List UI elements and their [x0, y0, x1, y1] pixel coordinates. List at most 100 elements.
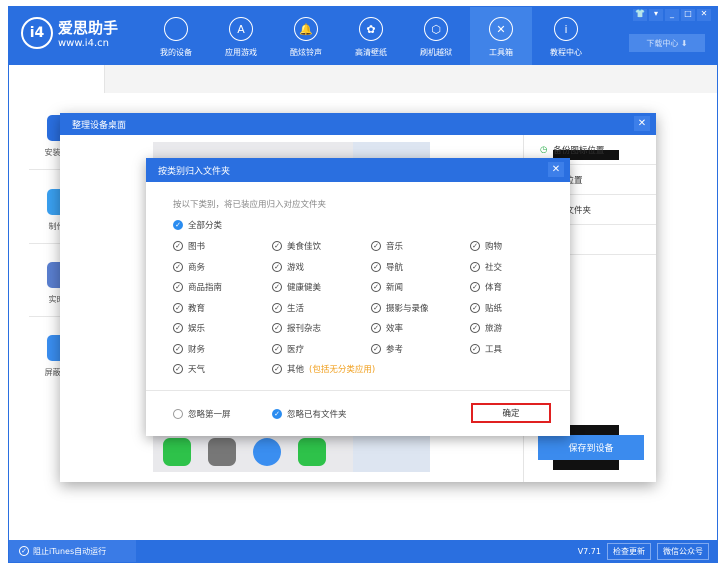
checkbox-label: 全部分类	[188, 221, 223, 231]
category-checkbox[interactable]: ✓ 购物	[470, 240, 502, 252]
checked-icon: ✓	[470, 282, 480, 292]
nav-label: 酷炫铃声	[290, 48, 322, 57]
checked-icon: ✓	[272, 364, 282, 374]
checkbox-label: 忽略已有文件夹	[287, 410, 347, 420]
close-button[interactable]: ✕	[634, 116, 650, 131]
checked-icon: ✓	[272, 241, 282, 251]
checkbox-label: 效率	[386, 324, 404, 334]
close-button[interactable]: ✕	[548, 162, 564, 177]
block-itunes-toggle[interactable]: ✓ 阻止iTunes自动运行	[9, 540, 136, 562]
menu-icon[interactable]: ▾	[649, 9, 663, 21]
category-checkbox[interactable]: ✓ 图书	[173, 240, 205, 252]
skin-icon[interactable]: 👕	[633, 9, 647, 21]
messages-app-icon[interactable]	[298, 438, 326, 466]
checkbox-label: 忽略第一屏	[188, 410, 231, 420]
app-url: www.i4.cn	[58, 38, 109, 49]
category-checkbox[interactable]: ✓ 报刊杂志	[272, 322, 321, 334]
nav-label: 应用游戏	[225, 48, 257, 57]
ignore-existing-folders-checkbox[interactable]: ✓ 忽略已有文件夹	[272, 408, 347, 420]
safari-app-icon[interactable]	[253, 438, 281, 466]
category-checkbox[interactable]: ✓ 教育	[173, 302, 205, 314]
dialog-title: 按类别归入文件夹	[158, 166, 231, 177]
confirm-button[interactable]: 确定	[471, 403, 551, 423]
logo-icon: i4	[21, 17, 53, 49]
category-checkbox[interactable]: ✓ 贴纸	[470, 302, 502, 314]
category-checkbox[interactable]: ✓ 导航	[371, 261, 403, 273]
category-checkbox[interactable]: ✓ 生活	[272, 302, 304, 314]
category-checkbox[interactable]: ✓ 美食佳饮	[272, 240, 321, 252]
checkbox-label: 天气	[188, 365, 206, 375]
wechat-button[interactable]: 微信公众号	[657, 543, 709, 560]
nav-icon: 🔔	[294, 17, 318, 41]
category-checkbox[interactable]: ✓ 财务	[173, 343, 205, 355]
checkbox-label: 商品指南	[188, 283, 223, 293]
nav-tab-4[interactable]: ⬡ 刷机越狱	[405, 7, 467, 65]
nav-label: 高清壁纸	[355, 48, 387, 57]
group-by-category-dialog: 按类别归入文件夹 ✕ 按以下类别，将已装应用归入对应文件夹 ✓ 全部分类 ✓ 图书 ✓ 美…	[146, 158, 570, 436]
backup-icon: ◷	[540, 144, 548, 155]
category-checkbox[interactable]: ✓ 商务	[173, 261, 205, 273]
all-categories-checkbox[interactable]: ✓ 全部分类	[173, 219, 222, 231]
category-checkbox[interactable]: ✓ 体育	[470, 281, 502, 293]
category-checkbox[interactable]: ✓ 商品指南	[173, 281, 222, 293]
checkbox-label: 教育	[188, 303, 206, 314]
checkbox-label: 工具	[485, 344, 503, 355]
checked-icon: ✓	[173, 364, 183, 374]
category-checkbox[interactable]: ✓ 医疗	[272, 343, 304, 355]
description: 按以下类别，将已装应用归入对应文件夹	[173, 200, 327, 210]
save-to-device-button[interactable]: 保存到设备	[538, 435, 644, 460]
checked-icon: ✓	[470, 302, 480, 313]
phone-app-icon[interactable]	[163, 438, 191, 466]
checkbox-label: 报刊杂志	[287, 324, 322, 334]
category-checkbox[interactable]: ✓ 天气	[173, 363, 205, 375]
nav-label: 我的设备	[160, 48, 192, 57]
checked-icon: ✓	[371, 261, 381, 272]
checkbox-label: 导航	[386, 262, 404, 273]
category-checkbox[interactable]: ✓ 新闻	[371, 281, 403, 293]
minimize-button[interactable]: _	[665, 9, 679, 21]
settings-app-icon[interactable]	[208, 438, 236, 466]
category-checkbox[interactable]: ✓ 参考	[371, 343, 403, 355]
category-checkbox[interactable]: ✓ 游戏	[272, 261, 304, 273]
checkbox-label: 体育	[485, 283, 503, 293]
checked-icon: ✓	[173, 261, 183, 272]
checked-icon: ✓	[470, 343, 480, 354]
checkbox-label: 财务	[188, 344, 206, 355]
nav-tab-5[interactable]: ✕ 工具箱	[470, 7, 532, 65]
category-checkbox[interactable]: ✓ 音乐	[371, 240, 403, 252]
nav-icon	[164, 17, 188, 41]
close-button[interactable]: ✕	[697, 9, 711, 21]
nav-tab-2[interactable]: 🔔 酷炫铃声	[275, 7, 337, 65]
check-update-button[interactable]: 检查更新	[607, 543, 651, 560]
nav-icon: ✿	[359, 17, 383, 41]
checked-icon: ✓	[470, 241, 480, 251]
category-checkbox[interactable]: ✓ 效率	[371, 322, 403, 334]
checkbox-label: 生活	[287, 303, 305, 314]
checked-icon: ✓	[173, 343, 183, 354]
category-checkbox[interactable]: ✓ 摄影与录像	[371, 302, 429, 314]
category-checkbox[interactable]: ✓ 工具	[470, 343, 502, 355]
maximize-button[interactable]: □	[681, 9, 695, 21]
category-checkbox[interactable]: ✓ 娱乐	[173, 322, 205, 334]
category-checkbox[interactable]: ✓ 旅游	[470, 322, 502, 334]
other-note: (包括无分类应用)	[309, 365, 376, 375]
checkbox-label: 图书	[188, 242, 206, 252]
content-header	[104, 65, 717, 93]
category-checkbox[interactable]: ✓ 健康健美	[272, 281, 321, 293]
checkbox-label: 健康健美	[287, 283, 322, 293]
nav-tab-6[interactable]: i 教程中心	[535, 7, 597, 65]
window-controls: 👕 ▾ _ □ ✕	[633, 9, 711, 21]
ignore-first-screen-checkbox[interactable]: 忽略第一屏	[173, 408, 231, 420]
top-bar: i4 爱思助手 www.i4.cn 我的设备 A 应用游戏 🔔 酷炫铃声 ✿ 高清壁纸 ⬡ 刷机越…	[9, 7, 717, 65]
category-checkbox[interactable]: ✓ 其他 (包括无分类应用)	[272, 363, 375, 375]
dock	[163, 438, 326, 466]
nav-tab-3[interactable]: ✿ 高清壁纸	[340, 7, 402, 65]
nav-label: 工具箱	[489, 48, 513, 57]
nav-tab-0[interactable]: 我的设备	[145, 7, 207, 65]
download-center-button[interactable]: 下载中心 ⬇	[629, 34, 705, 52]
checkbox-label: 参考	[386, 344, 404, 355]
nav-tab-1[interactable]: A 应用游戏	[210, 7, 272, 65]
checked-icon: ✓	[272, 261, 282, 272]
checked-icon: ✓	[371, 302, 381, 313]
category-checkbox[interactable]: ✓ 社交	[470, 261, 502, 273]
